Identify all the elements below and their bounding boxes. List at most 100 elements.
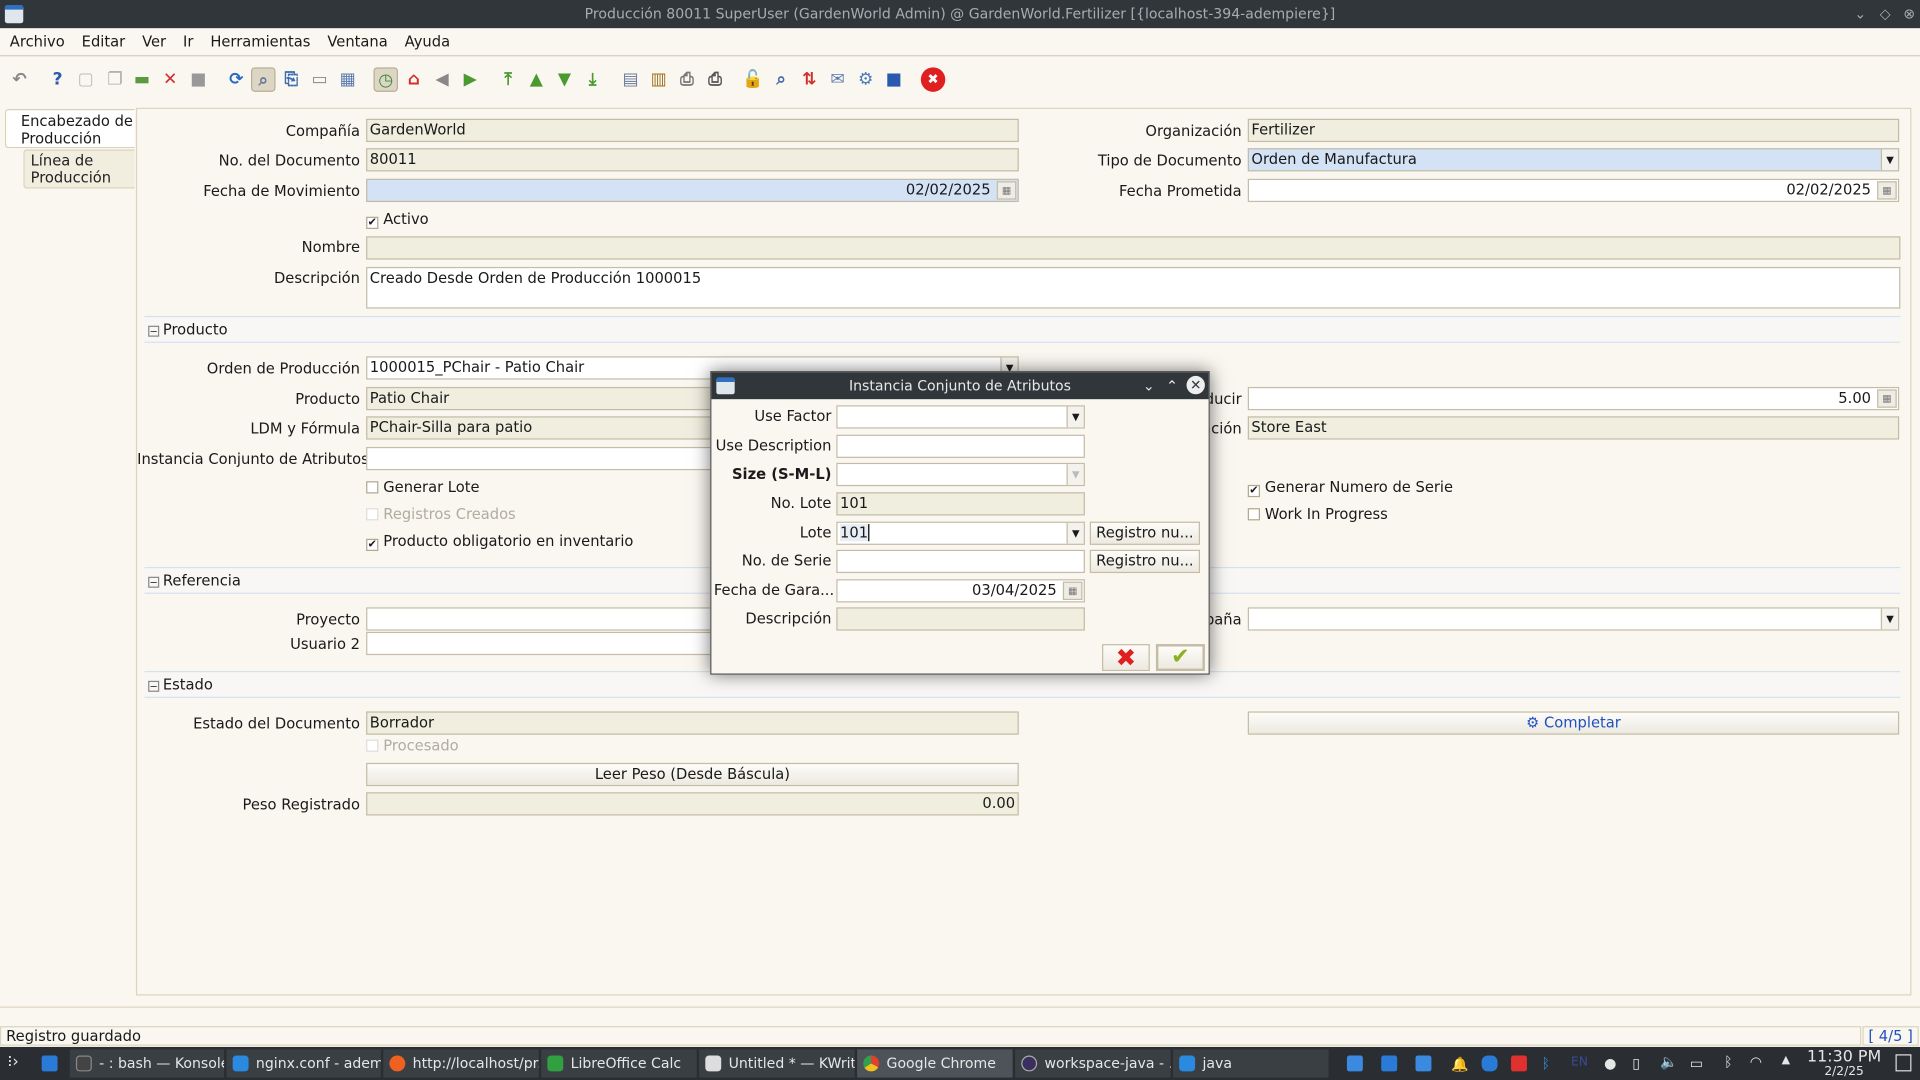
bluetooth-icon[interactable]: ᛒ xyxy=(1724,1053,1732,1070)
record-counter[interactable]: [ 4/5 ] xyxy=(1862,1026,1919,1046)
qty-field[interactable]: 5.00 ▦ xyxy=(1247,386,1900,411)
collapse-icon[interactable]: − xyxy=(148,680,160,692)
last-record-icon[interactable]: ⤓ xyxy=(580,67,604,91)
movement-date-field[interactable]: 02/02/2025 ▦ xyxy=(366,178,1019,203)
menu-ver[interactable]: Ver xyxy=(142,33,166,50)
show-desktop-icon[interactable] xyxy=(1895,1054,1912,1072)
request-icon[interactable]: ✉ xyxy=(825,67,849,91)
menu-ayuda[interactable]: Ayuda xyxy=(405,33,450,50)
print-icon[interactable]: ⎙ xyxy=(703,67,727,91)
read-weight-button[interactable]: Leer Peso (Desde Báscula) xyxy=(366,762,1019,787)
section-estado[interactable]: − Estado xyxy=(144,671,1901,698)
task-libreoffice-calc[interactable]: LibreOffice Calc xyxy=(541,1049,697,1078)
calculator-icon[interactable]: ▦ xyxy=(1877,389,1897,408)
menu-archivo[interactable]: Archivo xyxy=(10,33,65,50)
new-record-icon[interactable]: ▢ xyxy=(73,67,97,91)
clipboard-icon[interactable]: ▯ xyxy=(1632,1054,1640,1071)
maximize-icon[interactable]: ◇ xyxy=(1880,0,1891,28)
lot-no-field[interactable]: 101 xyxy=(836,492,1085,516)
delete-icon[interactable]: ✕ xyxy=(158,67,182,91)
wip-checkbox[interactable]: Work In Progress xyxy=(1247,504,1388,524)
help-icon[interactable]: ? xyxy=(45,67,69,91)
attachment-icon[interactable]: ⎘ xyxy=(279,67,303,91)
task-chrome[interactable]: Google Chrome xyxy=(857,1049,1013,1078)
grid-toggle-icon[interactable]: ▦ xyxy=(336,67,360,91)
folder-icon[interactable] xyxy=(1346,1055,1363,1072)
task-vscode[interactable]: nginx.conf - adem... xyxy=(226,1049,381,1078)
refresh-icon[interactable]: ⟳ xyxy=(224,67,248,91)
app-launcher-icon[interactable]: ⁝› xyxy=(7,1053,18,1071)
tab-linea[interactable]: Línea de Producción xyxy=(23,149,135,189)
first-record-icon[interactable]: ⤒ xyxy=(496,67,520,91)
maximize-icon[interactable]: ⌃ xyxy=(1166,372,1178,399)
chevron-down-icon[interactable]: ▼ xyxy=(1880,608,1898,630)
save-icon[interactable]: ▬ xyxy=(130,67,154,91)
home-icon[interactable]: ⌂ xyxy=(402,67,426,91)
forward-icon[interactable]: ▶ xyxy=(458,67,482,91)
exit-icon[interactable]: ✖ xyxy=(920,67,946,92)
tray-expand-icon[interactable]: ▲ xyxy=(1782,1054,1790,1066)
cancel-button[interactable]: ✖ xyxy=(1102,644,1150,672)
close-icon[interactable]: ✕ xyxy=(1186,375,1205,395)
folder-icon[interactable] xyxy=(1415,1055,1432,1072)
history-icon[interactable]: ◷ xyxy=(373,67,398,92)
use-description-field[interactable] xyxy=(836,434,1085,458)
back-icon[interactable]: ◀ xyxy=(430,67,454,91)
zoom-across-icon[interactable]: ⌕ xyxy=(769,67,793,91)
gen-lot-checkbox[interactable]: Generar Lote xyxy=(366,478,480,498)
archive-icon[interactable]: ▥ xyxy=(647,67,671,91)
task-firefox[interactable]: http://localhost/pr... xyxy=(383,1049,539,1078)
save-disabled-icon[interactable]: ■ xyxy=(186,67,210,91)
task-eclipse[interactable]: workspace-java - ... xyxy=(1015,1049,1171,1078)
language-indicator[interactable]: EN xyxy=(1571,1056,1588,1069)
clock-date[interactable]: 2/2/25 xyxy=(1805,1065,1883,1078)
shield-icon[interactable] xyxy=(1481,1055,1498,1072)
calendar-icon[interactable]: ▦ xyxy=(996,181,1017,200)
description-field[interactable]: Creado Desde Orden de Producción 1000015 xyxy=(366,266,1901,309)
workflow-icon[interactable]: ⇅ xyxy=(797,67,821,91)
menu-herramientas[interactable]: Herramientas xyxy=(210,33,310,50)
report-icon[interactable]: ▤ xyxy=(618,67,642,91)
next-record-icon[interactable]: ▼ xyxy=(552,67,576,91)
active-checkbox[interactable]: ✔ Activo xyxy=(366,209,429,229)
calendar-icon[interactable]: ▦ xyxy=(1062,581,1083,601)
calendar-icon[interactable]: ▦ xyxy=(1877,181,1897,200)
undo-icon[interactable]: ↶ xyxy=(7,67,31,91)
task-java[interactable]: java xyxy=(1173,1049,1329,1078)
section-producto[interactable]: − Producto xyxy=(144,315,1901,343)
bluetooth-icon[interactable]: ᛒ xyxy=(1542,1054,1550,1071)
clock-time[interactable]: 11:30 PM xyxy=(1805,1048,1883,1066)
media-icon[interactable]: ● xyxy=(1604,1054,1616,1071)
lot-select[interactable]: 101 ▼ xyxy=(836,521,1085,545)
task-konsole[interactable]: - : bash — Konsole xyxy=(69,1049,225,1078)
chevron-down-icon[interactable]: ▼ xyxy=(1066,522,1084,544)
menu-ventana[interactable]: Ventana xyxy=(327,33,387,50)
chat-icon[interactable]: ▭ xyxy=(307,67,331,91)
menu-editar[interactable]: Editar xyxy=(82,33,126,50)
menu-ir[interactable]: Ir xyxy=(183,33,193,50)
dolphin-icon[interactable] xyxy=(41,1055,58,1072)
product-info-icon[interactable]: ■ xyxy=(882,67,906,91)
new-serial-button[interactable]: Registro nu... xyxy=(1089,549,1201,574)
new-lot-button[interactable]: Registro nu... xyxy=(1089,521,1201,545)
bell-icon[interactable]: 🔔 xyxy=(1451,1056,1469,1073)
sync-icon[interactable] xyxy=(1381,1055,1398,1072)
campaign-select[interactable]: ▼ xyxy=(1247,607,1900,631)
chevron-down-icon[interactable]: ▼ xyxy=(1880,149,1898,171)
ok-button[interactable]: ✔ xyxy=(1155,644,1205,672)
gen-serial-checkbox[interactable]: ✔ Generar Numero de Serie xyxy=(1247,478,1453,498)
previous-record-icon[interactable]: ▲ xyxy=(524,67,548,91)
process-icon[interactable]: ⚙ xyxy=(853,67,877,91)
copy-record-icon[interactable]: ❐ xyxy=(103,67,127,91)
doc-type-select[interactable]: Orden de Manufactura ▼ xyxy=(1247,148,1900,172)
task-kwrite[interactable]: Untitled * — KWrite xyxy=(699,1049,855,1078)
serial-field[interactable] xyxy=(836,549,1085,574)
close-icon[interactable]: ⊗ xyxy=(1903,0,1915,28)
anydesk-icon[interactable] xyxy=(1511,1055,1527,1072)
tab-encabezado[interactable]: Encabezado de Producción xyxy=(4,108,135,149)
wifi-icon[interactable]: ◠ xyxy=(1750,1053,1762,1070)
minimize-icon[interactable]: ⌄ xyxy=(1854,0,1866,28)
battery-icon[interactable]: ▭ xyxy=(1690,1054,1703,1071)
collapse-icon[interactable]: − xyxy=(148,325,160,337)
chevron-down-icon[interactable]: ▼ xyxy=(1066,464,1084,485)
